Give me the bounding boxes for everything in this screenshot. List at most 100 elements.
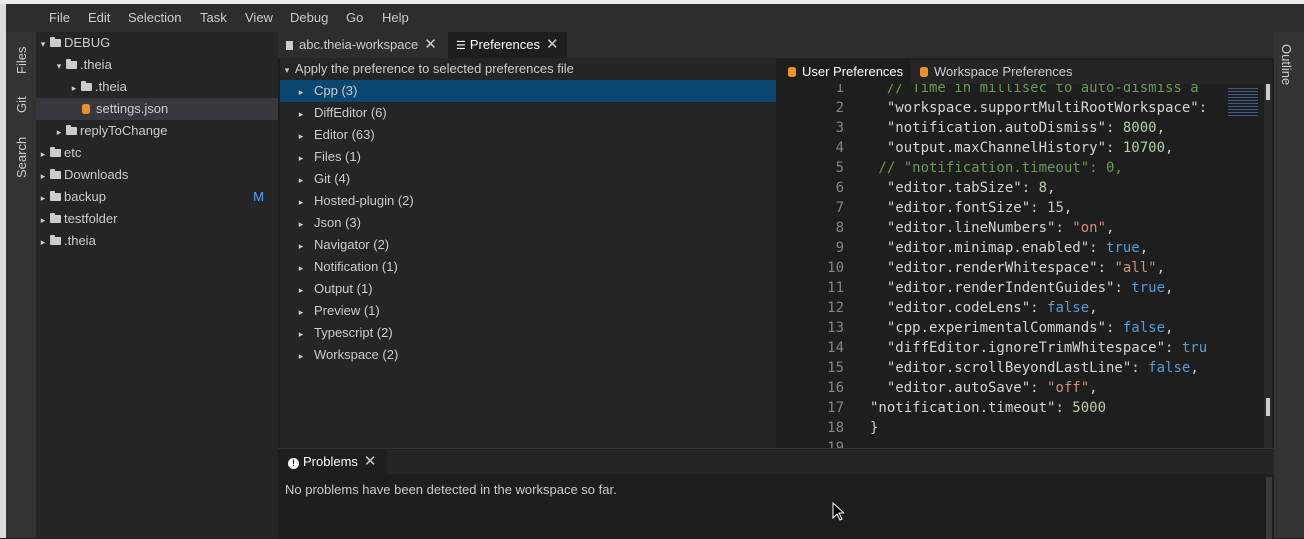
code-line[interactable]: 1 // Time in millisec to auto-dismiss a xyxy=(778,84,1224,98)
chevron-right-icon: ▸ xyxy=(298,285,304,295)
preference-category[interactable]: ▸ Typescript (2) xyxy=(280,322,776,344)
folder-icon xyxy=(50,169,61,179)
preference-category[interactable]: ▸ Navigator (2) xyxy=(280,234,776,256)
tree-item-backup[interactable]: ▸ backup M xyxy=(36,186,278,208)
menu-help[interactable]: Help xyxy=(382,10,409,25)
preference-category[interactable]: ▸ Cpp (3) xyxy=(280,80,776,102)
code-text: "editor.lineNumbers": "on", xyxy=(886,220,1115,236)
folder-icon xyxy=(50,235,61,245)
code-line[interactable]: 10 "editor.renderWhitespace": "all", xyxy=(778,258,1224,278)
chevron-right-icon: ▸ xyxy=(298,219,304,229)
tree-item-theia-root[interactable]: ▸ .theia xyxy=(36,230,278,252)
menu-file[interactable]: File xyxy=(49,10,70,25)
scrollbar-thumb[interactable] xyxy=(1266,84,1270,100)
tree-item-label: backup xyxy=(64,189,106,204)
code-line[interactable]: 14 "diffEditor.ignoreTrimWhitespace": tr… xyxy=(778,338,1224,358)
code-line[interactable]: 13 "cpp.experimentalCommands": false, xyxy=(778,318,1224,338)
folder-icon xyxy=(50,147,61,157)
code-line[interactable]: 4 "output.maxChannelHistory": 10700, xyxy=(778,138,1224,158)
chevron-right-icon: ▸ xyxy=(298,109,304,119)
menu-debug[interactable]: Debug xyxy=(290,10,328,25)
code-line[interactable]: 7 "editor.fontSize": 15, xyxy=(778,198,1224,218)
code-line[interactable]: 5 // "notification.timeout": 0, xyxy=(778,158,1224,178)
tab-preferences[interactable]: ☰ Preferences ✕ xyxy=(448,32,567,58)
scrollbar-thumb[interactable] xyxy=(1266,398,1270,416)
minimap-preview xyxy=(1228,88,1258,118)
preferences-header[interactable]: ▾ Apply the preference to selected prefe… xyxy=(280,58,776,80)
preference-category[interactable]: ▸ Notification (1) xyxy=(280,256,776,278)
line-number: 13 xyxy=(827,320,844,336)
editor-scrollbar[interactable] xyxy=(1264,84,1272,448)
activity-bar: Files Git Search xyxy=(6,32,36,538)
outline-tab[interactable]: Outline xyxy=(1279,44,1294,85)
preference-category-label: Files (1) xyxy=(314,149,361,164)
code-line[interactable]: 18} xyxy=(778,418,1224,438)
code-text: "editor.renderIndentGuides": true, xyxy=(886,280,1174,296)
close-icon[interactable]: ✕ xyxy=(364,450,377,474)
git-tab[interactable]: Git xyxy=(14,96,29,113)
code-line[interactable]: 9 "editor.minimap.enabled": true, xyxy=(778,238,1224,258)
menu-task[interactable]: Task xyxy=(200,10,227,25)
tree-item-theia[interactable]: ▾ .theia xyxy=(36,54,278,76)
tree-item-label: Downloads xyxy=(64,167,129,182)
minimap[interactable] xyxy=(1226,86,1264,446)
preferences-tree: ▾ Apply the preference to selected prefe… xyxy=(280,58,776,448)
tab-workspace-preferences[interactable]: Workspace Preferences xyxy=(910,60,1081,84)
code-text: "editor.tabSize": 8, xyxy=(886,180,1056,196)
line-number: 8 xyxy=(835,220,844,236)
menu-bar: File Edit Selection Task View Debug Go H… xyxy=(6,4,1304,32)
preference-category[interactable]: ▸ Output (1) xyxy=(280,278,776,300)
tab-problems[interactable]: ! Problems ✕ xyxy=(278,450,387,474)
code-line[interactable]: 6 "editor.tabSize": 8, xyxy=(778,178,1224,198)
menu-selection[interactable]: Selection xyxy=(128,10,181,25)
preference-category-label: Editor (63) xyxy=(314,127,375,142)
code-line[interactable]: 19 xyxy=(778,438,1224,448)
preference-category[interactable]: ▸ Workspace (2) xyxy=(280,344,776,366)
code-line[interactable]: 16 "editor.autoSave": "off", xyxy=(778,378,1224,398)
preference-category-label: DiffEditor (6) xyxy=(314,105,387,120)
explorer-root-label: DEBUG xyxy=(64,35,111,50)
code-text: } xyxy=(870,420,879,436)
code-line[interactable]: 17 "notification.timeout": 5000 xyxy=(778,398,1224,418)
files-tab[interactable]: Files xyxy=(14,47,29,74)
menu-view[interactable]: View xyxy=(245,10,273,25)
preference-category[interactable]: ▸ Preview (1) xyxy=(280,300,776,322)
code-text: // Time in millisec to auto-dismiss a xyxy=(870,84,1199,96)
tab-workspace-file[interactable]: abc.theia-workspace ✕ xyxy=(278,32,445,58)
tree-item-replytochange[interactable]: ▸ replyToChange xyxy=(36,120,278,142)
code-line[interactable]: 2 "workspace.supportMultiRootWorkspace": xyxy=(778,98,1224,118)
preference-category[interactable]: ▸ Editor (63) xyxy=(280,124,776,146)
code-line[interactable]: 3 "notification.autoDismiss": 8000, xyxy=(778,118,1224,138)
folder-icon xyxy=(50,213,61,223)
chevron-down-icon: ▾ xyxy=(284,65,290,75)
preference-category[interactable]: ▸ Json (3) xyxy=(280,212,776,234)
preference-category[interactable]: ▸ DiffEditor (6) xyxy=(280,102,776,124)
preference-category[interactable]: ▸ Hosted-plugin (2) xyxy=(280,190,776,212)
tree-item-theia-nested[interactable]: ▸ .theia xyxy=(36,76,278,98)
tree-item-etc[interactable]: ▸ etc xyxy=(36,142,278,164)
code-line[interactable]: 8 "editor.lineNumbers": "on", xyxy=(778,218,1224,238)
menu-go[interactable]: Go xyxy=(346,10,363,25)
code-text: "notification.timeout": 5000 xyxy=(870,400,1107,416)
preference-category-label: Typescript (2) xyxy=(314,325,393,340)
line-number: 16 xyxy=(827,380,844,396)
tree-item-label: .theia xyxy=(80,57,112,72)
preference-category[interactable]: ▸ Git (4) xyxy=(280,168,776,190)
explorer-root[interactable]: ▾ DEBUG xyxy=(36,32,278,54)
folder-icon xyxy=(66,125,77,135)
tree-item-downloads[interactable]: ▸ Downloads xyxy=(36,164,278,186)
close-icon[interactable]: ✕ xyxy=(546,32,559,58)
menu-edit[interactable]: Edit xyxy=(88,10,110,25)
tree-item-testfolder[interactable]: ▸ testfolder xyxy=(36,208,278,230)
problems-message: No problems have been detected in the wo… xyxy=(285,482,617,497)
code-line[interactable]: 12 "editor.codeLens": false, xyxy=(778,298,1224,318)
code-line[interactable]: 15 "editor.scrollBeyondLastLine": false, xyxy=(778,358,1224,378)
tab-user-preferences[interactable]: User Preferences xyxy=(778,60,912,84)
search-tab[interactable]: Search xyxy=(14,137,29,178)
panel-scrollbar[interactable] xyxy=(1266,477,1272,539)
tree-item-settings-json[interactable]: settings.json xyxy=(36,98,278,120)
close-icon[interactable]: ✕ xyxy=(424,32,437,58)
code-text: "diffEditor.ignoreTrimWhitespace": tru xyxy=(886,340,1208,356)
preference-category[interactable]: ▸ Files (1) xyxy=(280,146,776,168)
code-line[interactable]: 11 "editor.renderIndentGuides": true, xyxy=(778,278,1224,298)
